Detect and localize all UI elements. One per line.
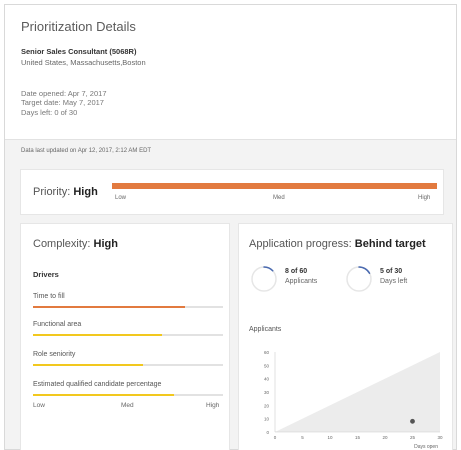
application-progress-value: Behind target [354,238,426,250]
x-tick-label: 30 [437,435,443,440]
driver-bar-candidate-percentage [33,394,223,396]
job-location: United States, Massachusetts,Boston [21,58,146,67]
complexity-low-label: Low [33,402,45,409]
complexity-card: Complexity: High Drivers Time to fill Fu… [20,223,230,450]
complexity-title: Complexity: High [33,238,118,250]
y-tick-label: 0 [266,430,269,435]
driver-fill-functional-area [33,334,163,336]
driver-label-candidate-percentage: Estimated qualified candidate percentage [33,381,162,388]
days-left-stat-label: Days left [380,278,408,285]
complexity-value: High [93,238,118,250]
x-tick-label: 20 [382,435,388,440]
driver-fill-candidate-percentage [33,394,174,396]
driver-fill-time-to-fill [33,306,185,308]
application-progress-label: Application progress: [249,238,352,250]
applicants-chart-label: Applicants [249,326,282,333]
days-left-ring-arc [358,266,371,274]
driver-bar-functional-area [33,334,223,336]
job-title: Senior Sales Consultant (5068R) [21,47,137,56]
applicants-stat-label: Applicants [285,278,318,285]
x-tick-label: 10 [327,435,333,440]
x-tick-label: 25 [410,435,416,440]
application-progress-card: Application progress: Behind target 8 of… [238,223,453,450]
applicants-stat: 8 of 60 Applicants [249,264,344,298]
x-tick-label: 0 [274,435,277,440]
applicants-ring-icon [251,266,277,292]
y-tick-label: 60 [264,350,270,355]
y-tick-label: 20 [264,403,270,408]
days-left: Days left: 0 of 30 [21,108,78,117]
priority-high-label: High [418,195,431,201]
days-left-stat-value: 5 of 30 [380,268,403,275]
priority-label-text: Priority: [33,186,71,198]
priority-low-label: Low [115,195,127,201]
drivers-heading: Drivers [33,270,59,279]
x-axis-label: Days open [414,444,438,450]
complexity-high-label: High [206,402,220,409]
y-tick-label: 50 [264,363,270,368]
priority-label: Priority: High [33,186,98,198]
details-header: Prioritization Details Senior Sales Cons… [5,5,456,140]
applicants-stat-value: 8 of 60 [285,268,308,275]
target-date: Target date: May 7, 2017 [21,98,104,107]
driver-label-time-to-fill: Time to fill [33,293,65,300]
priority-bar [112,183,437,189]
prioritization-panel: Prioritization Details Senior Sales Cons… [4,4,457,450]
target-area [275,352,440,432]
days-left-ring-icon [346,266,372,292]
x-tick-label: 15 [355,435,361,440]
date-opened: Date opened: Apr 7, 2017 [21,89,107,98]
y-tick-label: 30 [264,390,270,395]
page-title: Prioritization Details [21,19,136,34]
applicants-point [410,418,415,424]
y-tick-label: 10 [264,417,270,422]
y-tick-label: 40 [264,377,270,382]
driver-label-role-seniority: Role seniority [33,351,76,358]
applicants-chart: 0 10 20 30 40 50 60 0 5 10 15 20 25 30 Days open [264,350,443,450]
complexity-med-label: Med [121,402,134,409]
driver-fill-role-seniority [33,364,144,366]
application-progress-title: Application progress: Behind target [249,238,426,250]
applicants-ring-arc [263,266,274,272]
driver-bar-time-to-fill [33,306,223,308]
driver-bar-role-seniority [33,364,223,366]
priority-value: High [73,186,98,198]
driver-label-functional-area: Functional area [33,321,82,328]
days-left-stat: 5 of 30 Days left [344,264,439,298]
priority-med-label: Med [273,195,285,201]
priority-card: Priority: High Low Med High [20,169,444,215]
x-tick-label: 5 [301,435,304,440]
last-updated-text: Data last updated on Apr 12, 2017, 2:12 … [21,148,152,154]
complexity-label: Complexity: [33,238,91,250]
